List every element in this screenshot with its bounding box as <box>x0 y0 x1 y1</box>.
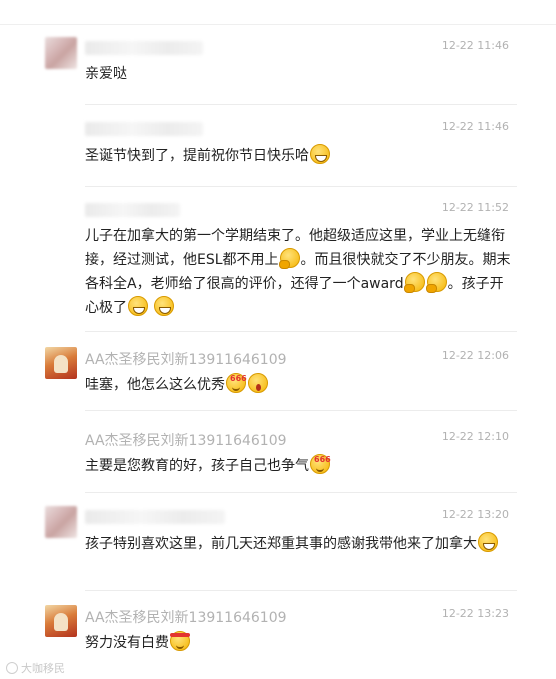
chat-message-5: AA杰圣移民刘新13911646109 12-22 12:10 主要是您教育的好… <box>45 428 517 486</box>
message-divider <box>85 410 517 411</box>
sender-name[interactable]: AA杰圣移民刘新13911646109 <box>85 430 287 450</box>
message-time: 12-22 12:06 <box>441 349 509 362</box>
message-time: 12-22 12:10 <box>441 430 509 443</box>
message-text-run: 圣诞节快到了，提前祝你节日快乐哈 <box>85 148 309 164</box>
message-text: 努力没有白费 <box>85 631 515 655</box>
sender-name[interactable]: AA杰圣移民刘新13911646109 <box>85 607 287 627</box>
avatar[interactable] <box>45 347 77 379</box>
message-time: 12-22 11:46 <box>441 39 509 52</box>
chat-message-6: 12-22 13:20 孩子特别喜欢这里，前几天还郑重其事的感谢我带他来了加拿大 <box>45 506 517 586</box>
message-text: 哇塞，他怎么这么优秀 <box>85 367 515 397</box>
message-text-run <box>149 300 153 316</box>
message-text-run: 亲爱哒 <box>85 66 127 82</box>
chat-message-2: 12-22 11:46 圣诞节快到了，提前祝你节日快乐哈 <box>45 118 517 176</box>
avatar[interactable] <box>45 37 77 69</box>
grin-emoji <box>310 144 330 164</box>
message-divider <box>85 590 517 591</box>
watermark: 大咖移民 <box>6 660 65 676</box>
chat-message-4: AA杰圣移民刘新13911646109 12-22 12:06 哇塞，他怎么这么… <box>45 347 517 405</box>
message-text-run: 孩子特别喜欢这里，前几天还郑重其事的感谢我带他来了加拿大 <box>85 536 477 552</box>
sender-name[interactable]: AA杰圣移民刘新13911646109 <box>85 349 287 369</box>
chat-message-1: 12-22 11:46 亲爱哒 <box>45 37 517 95</box>
message-text: 主要是您教育的好，孩子自己也争气 <box>85 448 515 478</box>
redacted-sender-name <box>85 203 180 217</box>
message-divider <box>85 186 517 187</box>
message-text: 孩子特别喜欢这里，前几天还郑重其事的感谢我带他来了加拿大 <box>85 532 515 556</box>
redacted-sender-name <box>85 510 225 524</box>
message-text: 儿子在加拿大的第一个学期结束了。他超级适应这里，学业上无缝衔接，经过测试，他ES… <box>85 225 515 320</box>
message-divider <box>85 331 517 332</box>
message-time: 12-22 13:20 <box>441 508 509 521</box>
666-emoji <box>310 448 331 474</box>
thinking-emoji <box>278 248 300 269</box>
grin-emoji <box>128 296 148 316</box>
message-text-run: 努力没有白费 <box>85 635 169 651</box>
message-text-run: 主要是您教育的好，孩子自己也争气 <box>85 458 309 474</box>
message-time: 12-22 11:52 <box>441 201 509 214</box>
thinking-emoji <box>403 272 425 293</box>
redacted-sender-name <box>85 41 203 55</box>
redacted-sender-name <box>85 122 203 136</box>
grin-emoji <box>478 532 498 552</box>
chat-message-3: 12-22 11:52 儿子在加拿大的第一个学期结束了。他超级适应这里，学业上无… <box>45 199 517 319</box>
message-time: 12-22 13:23 <box>441 607 509 620</box>
watermark-logo-icon <box>6 662 18 674</box>
message-divider <box>85 104 517 105</box>
message-text-run: 哇塞，他怎么这么优秀 <box>85 377 225 393</box>
top-divider <box>0 24 556 25</box>
thinking-emoji <box>425 272 447 293</box>
message-time: 12-22 11:46 <box>441 120 509 133</box>
666-emoji <box>226 367 247 393</box>
avatar[interactable] <box>45 506 77 538</box>
watermark-text: 大咖移民 <box>21 662 65 675</box>
message-text: 亲爱哒 <box>85 63 515 86</box>
avatar[interactable] <box>45 605 77 637</box>
shocked-emoji <box>248 373 268 393</box>
grin-emoji <box>154 296 175 316</box>
strive-emoji <box>170 631 190 651</box>
message-divider <box>85 492 517 493</box>
message-text: 圣诞节快到了，提前祝你节日快乐哈 <box>85 144 515 168</box>
chat-message-7: AA杰圣移民刘新13911646109 12-22 13:23 努力没有白费 <box>45 605 517 663</box>
